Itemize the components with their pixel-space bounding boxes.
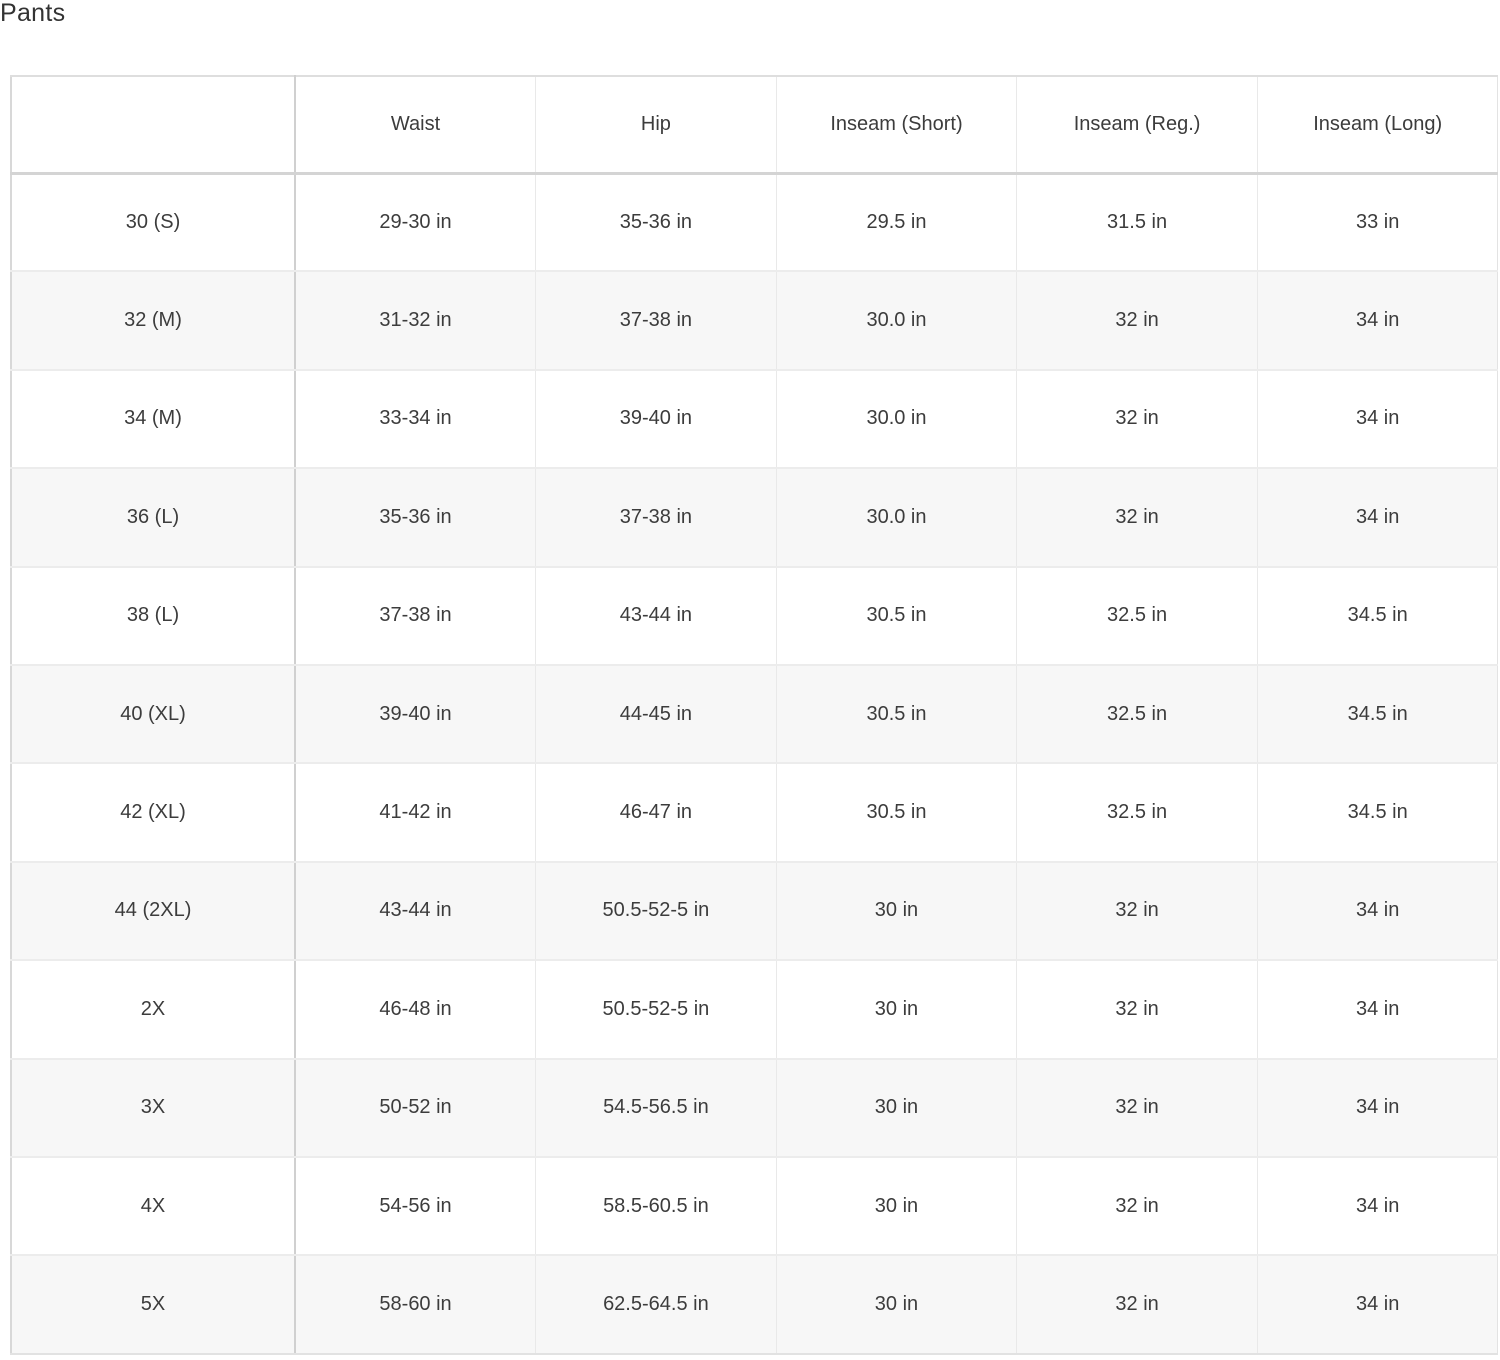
table-row: 38 (L) 37-38 in 43-44 in 30.5 in 32.5 in…: [10, 566, 1499, 666]
size-cell: 30 (S): [10, 173, 296, 273]
inseam-long-cell: 34 in: [1256, 369, 1499, 470]
size-cell: 3X: [10, 1058, 296, 1158]
hip-cell: 39-40 in: [535, 369, 777, 470]
inseam-short-cell: 30.5 in: [775, 664, 1018, 765]
waist-cell: 50-52 in: [294, 1058, 537, 1158]
inseam-reg-cell: 32.5 in: [1016, 763, 1258, 863]
size-cell: 40 (XL): [10, 664, 296, 765]
size-cell: 44 (2XL): [10, 861, 296, 962]
hip-cell: 62.5-64.5 in: [535, 1255, 777, 1355]
header-cell-inseam-reg: Inseam (Reg.): [1016, 75, 1258, 175]
hip-cell: 43-44 in: [535, 566, 777, 666]
inseam-short-cell: 30 in: [775, 1058, 1018, 1158]
inseam-short-cell: 29.5 in: [775, 173, 1018, 273]
size-cell: 5X: [10, 1255, 296, 1355]
hip-cell: 44-45 in: [535, 664, 777, 765]
waist-cell: 33-34 in: [294, 369, 537, 470]
hip-cell: 54.5-56.5 in: [535, 1058, 777, 1158]
inseam-long-cell: 34 in: [1256, 468, 1499, 568]
inseam-reg-cell: 32 in: [1016, 861, 1258, 962]
inseam-reg-cell: 32 in: [1016, 1255, 1258, 1355]
inseam-reg-cell: 32.5 in: [1016, 566, 1258, 666]
header-cell-waist: Waist: [294, 75, 537, 175]
size-cell: 36 (L): [10, 468, 296, 568]
table-row: 32 (M) 31-32 in 37-38 in 30.0 in 32 in 3…: [10, 271, 1499, 371]
table-row: 5X 58-60 in 62.5-64.5 in 30 in 32 in 34 …: [10, 1255, 1499, 1355]
size-cell: 34 (M): [10, 369, 296, 470]
table-row: 44 (2XL) 43-44 in 50.5-52-5 in 30 in 32 …: [10, 861, 1499, 962]
inseam-long-cell: 34 in: [1256, 1058, 1499, 1158]
inseam-long-cell: 34 in: [1256, 960, 1499, 1060]
waist-cell: 39-40 in: [294, 664, 537, 765]
inseam-long-cell: 34.5 in: [1256, 566, 1499, 666]
inseam-long-cell: 34 in: [1256, 861, 1499, 962]
inseam-long-cell: 34.5 in: [1256, 664, 1499, 765]
table-row: 40 (XL) 39-40 in 44-45 in 30.5 in 32.5 i…: [10, 664, 1499, 765]
inseam-short-cell: 30.0 in: [775, 468, 1018, 568]
inseam-short-cell: 30.0 in: [775, 271, 1018, 371]
table-row: 2X 46-48 in 50.5-52-5 in 30 in 32 in 34 …: [10, 960, 1499, 1060]
table-row: 4X 54-56 in 58.5-60.5 in 30 in 32 in 34 …: [10, 1156, 1499, 1257]
inseam-long-cell: 33 in: [1256, 173, 1499, 273]
table-row: 34 (M) 33-34 in 39-40 in 30.0 in 32 in 3…: [10, 369, 1499, 470]
waist-cell: 58-60 in: [294, 1255, 537, 1355]
hip-cell: 50.5-52-5 in: [535, 960, 777, 1060]
waist-cell: 54-56 in: [294, 1156, 537, 1257]
header-row: Waist Hip Inseam (Short) Inseam (Reg.) I…: [10, 75, 1499, 175]
header-cell-hip: Hip: [535, 75, 777, 175]
inseam-short-cell: 30.5 in: [775, 566, 1018, 666]
table-header: Waist Hip Inseam (Short) Inseam (Reg.) I…: [10, 75, 1499, 175]
table-row: 42 (XL) 41-42 in 46-47 in 30.5 in 32.5 i…: [10, 763, 1499, 863]
size-cell: 32 (M): [10, 271, 296, 371]
waist-cell: 31-32 in: [294, 271, 537, 371]
waist-cell: 41-42 in: [294, 763, 537, 863]
inseam-reg-cell: 32 in: [1016, 960, 1258, 1060]
inseam-short-cell: 30 in: [775, 861, 1018, 962]
inseam-reg-cell: 32 in: [1016, 1156, 1258, 1257]
inseam-long-cell: 34 in: [1256, 1255, 1499, 1355]
size-cell: 2X: [10, 960, 296, 1060]
header-cell-inseam-long: Inseam (Long): [1256, 75, 1499, 175]
hip-cell: 46-47 in: [535, 763, 777, 863]
size-cell: 42 (XL): [10, 763, 296, 863]
inseam-long-cell: 34.5 in: [1256, 763, 1499, 863]
waist-cell: 37-38 in: [294, 566, 537, 666]
page-title: Pants: [0, 0, 66, 27]
hip-cell: 35-36 in: [535, 173, 777, 273]
waist-cell: 29-30 in: [294, 173, 537, 273]
header-cell-size: [10, 75, 296, 175]
table-row: 3X 50-52 in 54.5-56.5 in 30 in 32 in 34 …: [10, 1058, 1499, 1158]
table-row: 36 (L) 35-36 in 37-38 in 30.0 in 32 in 3…: [10, 468, 1499, 568]
hip-cell: 58.5-60.5 in: [535, 1156, 777, 1257]
hip-cell: 37-38 in: [535, 271, 777, 371]
inseam-short-cell: 30 in: [775, 1255, 1018, 1355]
waist-cell: 43-44 in: [294, 861, 537, 962]
size-cell: 4X: [10, 1156, 296, 1257]
inseam-reg-cell: 32.5 in: [1016, 664, 1258, 765]
waist-cell: 35-36 in: [294, 468, 537, 568]
hip-cell: 50.5-52-5 in: [535, 861, 777, 962]
inseam-short-cell: 30.5 in: [775, 763, 1018, 863]
inseam-reg-cell: 32 in: [1016, 369, 1258, 470]
inseam-long-cell: 34 in: [1256, 271, 1499, 371]
inseam-reg-cell: 32 in: [1016, 1058, 1258, 1158]
table-row: 30 (S) 29-30 in 35-36 in 29.5 in 31.5 in…: [10, 173, 1499, 273]
size-cell: 38 (L): [10, 566, 296, 666]
inseam-short-cell: 30.0 in: [775, 369, 1018, 470]
inseam-short-cell: 30 in: [775, 960, 1018, 1060]
waist-cell: 46-48 in: [294, 960, 537, 1060]
hip-cell: 37-38 in: [535, 468, 777, 568]
inseam-reg-cell: 31.5 in: [1016, 173, 1258, 273]
inseam-short-cell: 30 in: [775, 1156, 1018, 1257]
inseam-long-cell: 34 in: [1256, 1156, 1499, 1257]
inseam-reg-cell: 32 in: [1016, 468, 1258, 568]
inseam-reg-cell: 32 in: [1016, 271, 1258, 371]
size-chart-table: Waist Hip Inseam (Short) Inseam (Reg.) I…: [10, 75, 1499, 1355]
table-body: 30 (S) 29-30 in 35-36 in 29.5 in 31.5 in…: [10, 173, 1499, 1355]
header-cell-inseam-short: Inseam (Short): [775, 75, 1018, 175]
